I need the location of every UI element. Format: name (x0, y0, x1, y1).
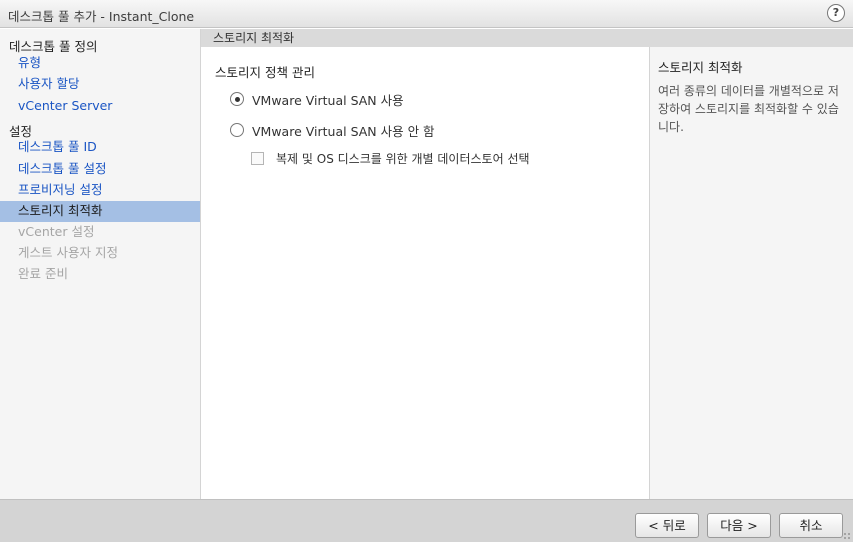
resize-grip-icon[interactable] (843, 532, 851, 540)
separate-datastores-label[interactable]: 복제 및 OS 디스크를 위한 개별 데이터스토어 선택 (276, 150, 530, 167)
window-title: 데스크톱 풀 추가 - Instant_Clone (8, 9, 195, 24)
radio-checked-icon[interactable] (230, 92, 244, 106)
nav-item-ready-to-complete: 완료 준비 (18, 266, 68, 281)
radio-unchecked-icon[interactable] (230, 123, 244, 137)
content-header: 스토리지 최적화 (201, 29, 853, 47)
radio-no-vsan-label[interactable]: VMware Virtual SAN 사용 안 함 (252, 121, 435, 140)
nav-item-vcenter-settings: vCenter 설정 (18, 224, 95, 239)
nav-item-provisioning-settings[interactable]: 프로비저닝 설정 (0, 180, 200, 201)
nav-item-pool-settings[interactable]: 데스크톱 풀 설정 (0, 159, 200, 180)
content-panel: 스토리지 최적화 스토리지 정책 관리 VMware Virtual SAN 사… (201, 29, 853, 499)
help-title: 스토리지 최적화 (658, 60, 743, 75)
checkbox-icon[interactable] (251, 151, 264, 165)
help-text: 여러 종류의 데이터를 개별적으로 저장하여 스토리지를 최적화할 수 있습니다… (658, 84, 839, 134)
help-icon[interactable]: ? (827, 4, 845, 22)
nav-item-guest-customization: 게스트 사용자 지정 (18, 245, 118, 260)
nav-item-storage-optimization[interactable]: 스토리지 최적화 (0, 201, 200, 222)
title-bar: 데스크톱 풀 추가 - Instant_Clone ? (0, 0, 853, 28)
nav-item-type[interactable]: 유형 (0, 53, 200, 74)
separate-datastores-checkbox[interactable]: 복제 및 OS 디스크를 위한 개별 데이터스토어 선택 (251, 150, 530, 166)
next-button[interactable]: 다음 > (707, 513, 771, 538)
nav-item-pool-id[interactable]: 데스크톱 풀 ID (0, 137, 200, 158)
radio-use-vsan[interactable]: VMware Virtual SAN 사용 (230, 90, 404, 108)
help-panel: 스토리지 최적화 여러 종류의 데이터를 개별적으로 저장하여 스토리지를 최적… (649, 47, 853, 499)
cancel-button[interactable]: 취소 (779, 513, 843, 538)
nav-item-vcenter-server[interactable]: vCenter Server (0, 96, 200, 117)
radio-use-vsan-label[interactable]: VMware Virtual SAN 사용 (252, 90, 404, 109)
section-title: 스토리지 정책 관리 (215, 65, 315, 80)
footer: < 뒤로 다음 > 취소 (0, 499, 853, 542)
radio-no-vsan[interactable]: VMware Virtual SAN 사용 안 함 (230, 121, 435, 139)
back-button[interactable]: < 뒤로 (635, 513, 699, 538)
nav-item-user-assignment[interactable]: 사용자 할당 (0, 74, 200, 95)
wizard-nav: 데스크톱 풀 정의 유형 사용자 할당 vCenter Server 설정 데스… (0, 29, 201, 499)
